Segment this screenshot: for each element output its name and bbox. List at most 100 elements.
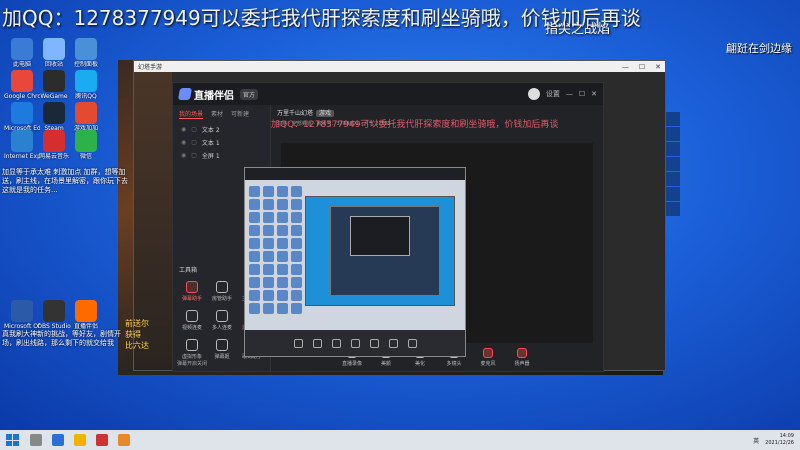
- app-icon[interactable]: [96, 434, 108, 446]
- eye-icon[interactable]: ◉: [181, 152, 186, 159]
- nested-app-icon: [263, 303, 274, 314]
- clock-date: 2021/12/26: [765, 440, 794, 446]
- nested-app-icon: [291, 199, 302, 210]
- tool-icon: [216, 339, 228, 351]
- maximize-button[interactable]: ☐: [639, 63, 645, 71]
- tool-item[interactable]: 房管助手: [207, 281, 237, 302]
- nested-control-icon: [312, 338, 322, 348]
- toolbox-heading: 工具箱: [179, 267, 198, 274]
- scene-item[interactable]: ◉ ▢ 文本 2: [173, 123, 270, 136]
- control-button[interactable]: 麦克风: [476, 347, 500, 367]
- nested-app-icon: [263, 277, 274, 288]
- app-icon: [11, 38, 33, 60]
- chat-line: 获得: [125, 330, 141, 339]
- nested-app-icon: [291, 290, 302, 301]
- desktop-icon[interactable]: 腾讯QQ: [68, 70, 104, 101]
- tab-new[interactable]: 可新建: [231, 109, 249, 119]
- desktop-icon[interactable]: Microsoft Office Word: [4, 300, 40, 331]
- settings-button[interactable]: 设置: [546, 89, 560, 99]
- nested-app-icon: [249, 303, 260, 314]
- desktop-icon[interactable]: WeGame: [36, 70, 72, 101]
- nested-app-icon: [291, 238, 302, 249]
- nested-app-icon: [277, 212, 288, 223]
- desktop: 此电脑 回收站 控制面板 Google ChromeWeGame 腾讯QQ Microso…: [0, 0, 800, 430]
- nested-control-icon: [293, 338, 303, 348]
- desktop-icon[interactable]: 直播伴侣: [68, 300, 104, 331]
- lock-icon[interactable]: ▢: [191, 126, 197, 133]
- app-icon[interactable]: [118, 434, 130, 446]
- eye-icon[interactable]: ◉: [181, 139, 186, 146]
- app-close-button[interactable]: ✕: [591, 90, 597, 98]
- close-button[interactable]: ✕: [655, 63, 661, 71]
- desktop-icon-label: Google Chrome: [4, 93, 40, 100]
- nested-app-icon: [249, 251, 260, 262]
- control-label: 美化: [414, 360, 425, 367]
- lock-icon[interactable]: ▢: [191, 152, 197, 159]
- control-label: 多镜头: [446, 360, 462, 367]
- explorer-icon[interactable]: [74, 434, 86, 446]
- nested-app-icon: [277, 251, 288, 262]
- desktop-icon[interactable]: OBS Studio: [36, 300, 72, 331]
- nested-app-icon: [291, 264, 302, 275]
- tool-item[interactable]: 弹幕姬: [207, 339, 237, 360]
- app-minimize-button[interactable]: —: [566, 90, 573, 98]
- nested-app-icon: [291, 303, 302, 314]
- desktop-icon[interactable]: Steam: [36, 102, 72, 133]
- room-title-text: 万里千山幻塔: [277, 110, 314, 117]
- desktop-icon[interactable]: 微信: [68, 130, 104, 161]
- nested-app-icon: [263, 264, 274, 275]
- nested-app-icon: [263, 251, 274, 262]
- start-button[interactable]: [4, 432, 20, 448]
- clock[interactable]: 14:09 2021/12/26: [765, 433, 794, 447]
- app-maximize-button[interactable]: ☐: [579, 90, 585, 98]
- minimize-button[interactable]: —: [622, 63, 629, 71]
- nested-app-icon: [249, 264, 260, 275]
- tool-label: 虚拟形象: [181, 354, 202, 360]
- eye-icon[interactable]: ◉: [181, 126, 186, 133]
- desktop-icon[interactable]: Internet Explorer: [4, 130, 40, 161]
- taskview-icon[interactable]: [52, 434, 64, 446]
- lock-icon[interactable]: ▢: [191, 139, 197, 146]
- tool-icon: [216, 281, 228, 293]
- desktop-icon[interactable]: 此电脑: [4, 38, 40, 69]
- room-badge: 游戏: [316, 110, 335, 117]
- tool-item[interactable]: 弹幕助手: [177, 281, 207, 302]
- control-icon: [483, 347, 493, 358]
- nested-icons: [249, 186, 303, 314]
- nested-app-icon: [277, 238, 288, 249]
- search-icon[interactable]: [30, 434, 42, 446]
- desktop-icon-label: 控制面板: [73, 61, 98, 68]
- desktop-icon[interactable]: 控制面板: [68, 38, 104, 69]
- desktop-icon-label: 网易云音乐: [38, 153, 69, 160]
- tool-icon: [216, 310, 228, 322]
- nested-app-icon: [263, 199, 274, 210]
- nested-app-icon: [263, 212, 274, 223]
- window-titlebar: 幻塔手游 — ☐ ✕: [134, 61, 665, 72]
- app-icon: [11, 102, 33, 124]
- tab-my-scenes[interactable]: 我的场景: [179, 109, 204, 119]
- desktop-icon[interactable]: Google Chrome: [4, 70, 40, 101]
- tool-item[interactable]: 视频连麦: [177, 310, 207, 331]
- desktop-icon[interactable]: 网易云音乐: [36, 130, 72, 161]
- control-button[interactable]: 扬声器: [510, 347, 534, 367]
- nested-preview-screen: [244, 167, 466, 357]
- tool-item[interactable]: 虚拟形象: [177, 339, 207, 360]
- logo-icon: [177, 88, 193, 100]
- clock-time: 14:09: [779, 433, 794, 439]
- tab-assets[interactable]: 素材: [211, 109, 223, 119]
- desktop-icon[interactable]: Microsoft Edge: [4, 102, 40, 133]
- danmu-toggle[interactable]: 弹幕开启关闭: [177, 360, 207, 367]
- scene-item[interactable]: ◉ ▢ 文本 1: [173, 136, 270, 149]
- nested-app-icon: [249, 225, 260, 236]
- app-icon: [11, 70, 33, 92]
- desktop-icon[interactable]: 回收站: [36, 38, 72, 69]
- window-title: 幻塔手游: [138, 64, 163, 71]
- ime-indicator[interactable]: 英: [753, 436, 759, 445]
- desktop-icon[interactable]: 游戏加加: [68, 102, 104, 133]
- overlay-text: 加QQ：1278377949可以委托我代肝探索度和刷坐骑哦，价钱加后再谈: [271, 120, 559, 130]
- nested-app-icon: [249, 277, 260, 288]
- tool-item[interactable]: 多人连麦: [207, 310, 237, 331]
- nested-app-icon: [277, 225, 288, 236]
- avatar[interactable]: [527, 88, 540, 100]
- scene-item[interactable]: ◉ ▢ 全屏 1: [173, 149, 270, 162]
